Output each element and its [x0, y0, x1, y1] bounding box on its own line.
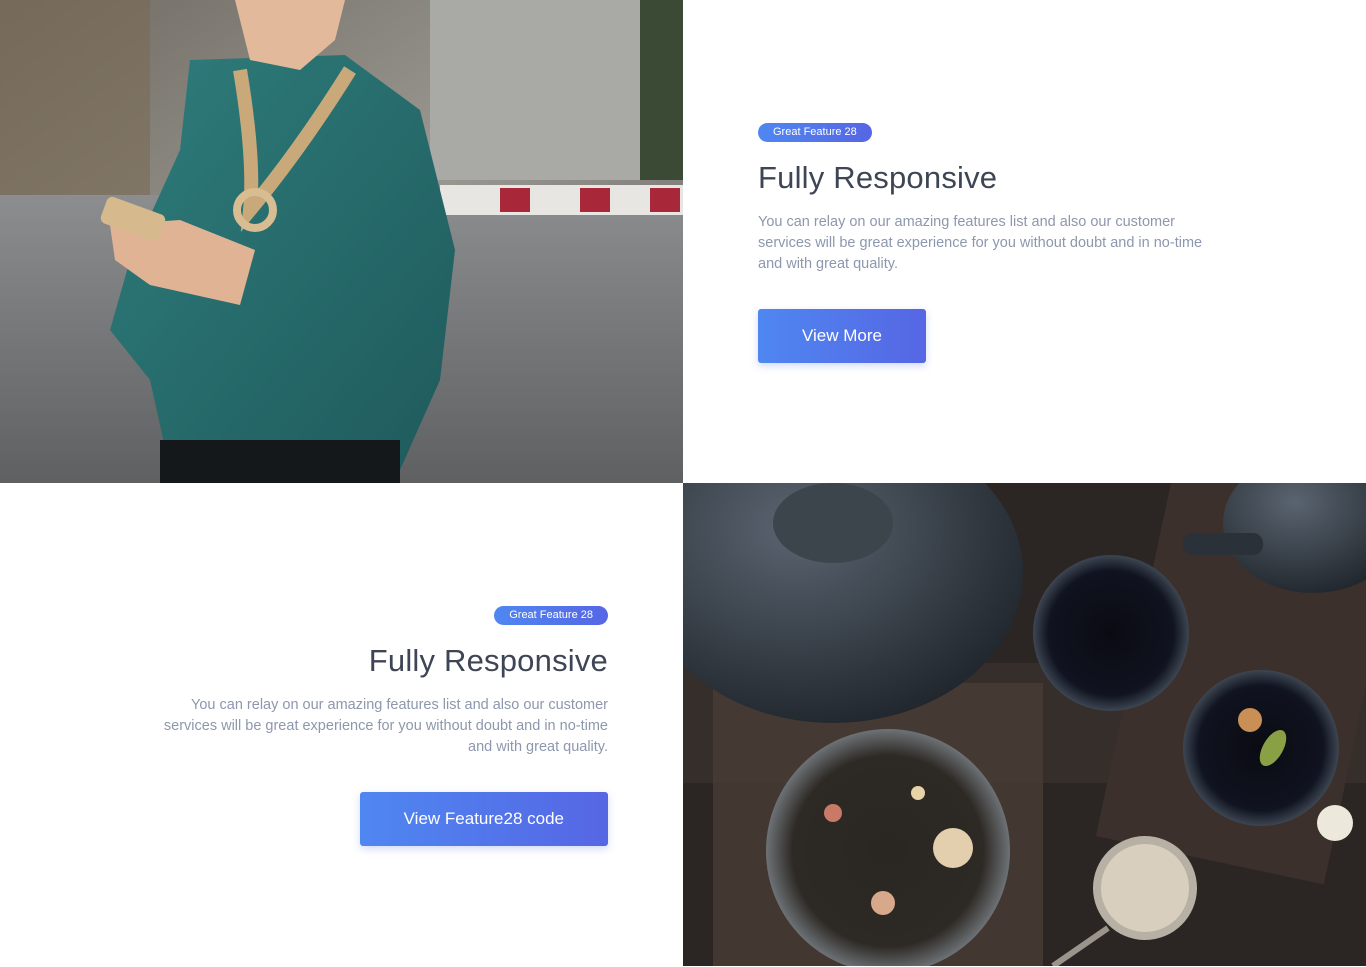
feature-2-title: Fully Responsive [368, 643, 608, 678]
view-more-button[interactable]: View More [758, 309, 926, 363]
feature-1-badge: Great Feature 28 [758, 123, 872, 142]
woman-phone-photo [0, 0, 683, 483]
tea-set-image [683, 483, 1366, 966]
feature-row-2: Great Feature 28 Fully Responsive You ca… [0, 483, 1366, 966]
feature-1-content: Great Feature 28 Fully Responsive You ca… [758, 122, 1228, 363]
feature-1-panel: Great Feature 28 Fully Responsive You ca… [683, 0, 1366, 483]
view-feature28-code-button[interactable]: View Feature28 code [359, 792, 608, 846]
feature-1-title: Fully Responsive [758, 160, 998, 195]
feature-2-panel: Great Feature 28 Fully Responsive You ca… [0, 483, 683, 966]
woman-phone-image [0, 0, 683, 483]
feature-2-badge: Great Feature 28 [494, 606, 608, 625]
feature-2-description: You can relay on our amazing features li… [163, 697, 608, 755]
tea-set-photo [683, 483, 1366, 966]
feature-1-description: You can relay on our amazing features li… [758, 214, 1203, 272]
feature-2-content: Great Feature 28 Fully Responsive You ca… [138, 605, 608, 846]
feature-row-1: Great Feature 28 Fully Responsive You ca… [0, 0, 1366, 483]
